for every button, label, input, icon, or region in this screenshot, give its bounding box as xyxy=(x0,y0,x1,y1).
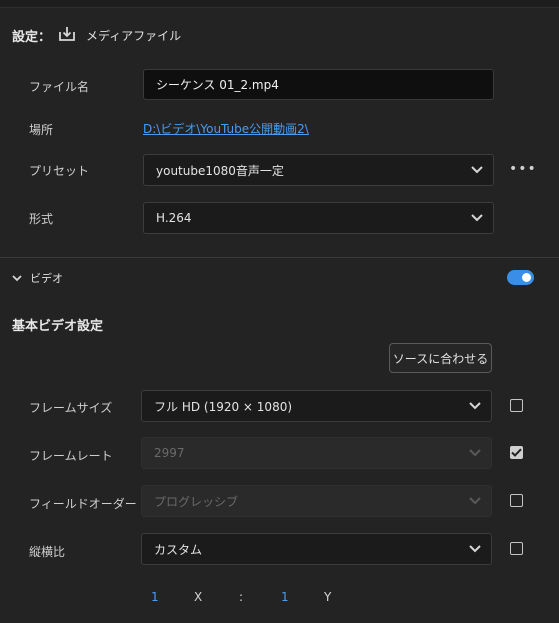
media-file-title: メディアファイル xyxy=(86,29,182,43)
frame-size-checkbox[interactable] xyxy=(510,399,523,412)
file-name-value: シーケンス 01_2.mp4 xyxy=(156,78,279,92)
format-value: H.264 xyxy=(156,211,192,225)
video-section-header[interactable]: ビデオ xyxy=(12,270,63,286)
file-name-label: ファイル名 xyxy=(29,80,90,94)
frame-size-dropdown[interactable]: フル HD (1920 × 1080) xyxy=(141,390,492,422)
chevron-down-icon xyxy=(469,497,481,505)
aspect-label: 縦横比 xyxy=(29,545,66,559)
aspect-x-value[interactable]: 1 xyxy=(151,590,159,604)
aspect-y-label: Y xyxy=(324,590,332,604)
preset-label: プリセット xyxy=(29,164,90,178)
field-order-checkbox[interactable] xyxy=(510,494,523,507)
chevron-down-icon xyxy=(471,166,483,174)
field-order-dropdown[interactable]: プログレッシブ xyxy=(141,485,492,517)
chevron-down-icon xyxy=(471,214,483,222)
basic-video-settings-title: 基本ビデオ設定 xyxy=(12,319,104,334)
chevron-down-icon xyxy=(469,449,481,457)
frame-size-label: フレームサイズ xyxy=(29,401,113,415)
frame-rate-label: フレームレート xyxy=(29,449,113,463)
aspect-checkbox[interactable] xyxy=(510,542,523,555)
settings-label: 設定： xyxy=(12,30,52,45)
location-label: 場所 xyxy=(29,123,54,137)
field-order-label: フィールドオーダー xyxy=(29,497,137,511)
frame-rate-dropdown[interactable]: 2997 xyxy=(141,437,492,469)
frame-rate-value: 2997 xyxy=(154,446,185,460)
aspect-dropdown[interactable]: カスタム xyxy=(141,533,492,565)
chevron-down-icon xyxy=(12,274,22,281)
format-dropdown[interactable]: H.264 xyxy=(143,202,494,234)
frame-rate-checkbox[interactable] xyxy=(510,446,523,459)
location-link[interactable]: D:\ビデオ\YouTube公開動画2\ xyxy=(143,120,309,137)
preset-value: youtube1080音声一定 xyxy=(156,163,284,178)
video-section-label: ビデオ xyxy=(30,272,63,285)
preset-dropdown[interactable]: youtube1080音声一定 xyxy=(143,154,494,186)
match-source-button[interactable]: ソースに合わせる xyxy=(389,343,492,373)
field-order-value: プログレッシブ xyxy=(154,494,239,509)
export-download-icon[interactable] xyxy=(58,25,76,43)
file-name-input[interactable]: シーケンス 01_2.mp4 xyxy=(143,69,494,100)
chevron-down-icon xyxy=(469,545,481,553)
aspect-separator: : xyxy=(239,590,244,604)
aspect-y-value[interactable]: 1 xyxy=(281,590,289,604)
format-label: 形式 xyxy=(29,212,54,226)
aspect-x-label: X xyxy=(194,590,203,604)
top-edge xyxy=(0,0,559,8)
chevron-down-icon xyxy=(469,402,481,410)
frame-size-value: フル HD (1920 × 1080) xyxy=(154,399,293,414)
video-toggle-switch[interactable] xyxy=(507,270,534,285)
checkmark-icon xyxy=(511,448,522,457)
aspect-value: カスタム xyxy=(154,542,203,557)
toggle-knob xyxy=(522,273,531,282)
section-divider xyxy=(0,257,559,258)
more-options-button[interactable]: ••• xyxy=(509,161,536,177)
